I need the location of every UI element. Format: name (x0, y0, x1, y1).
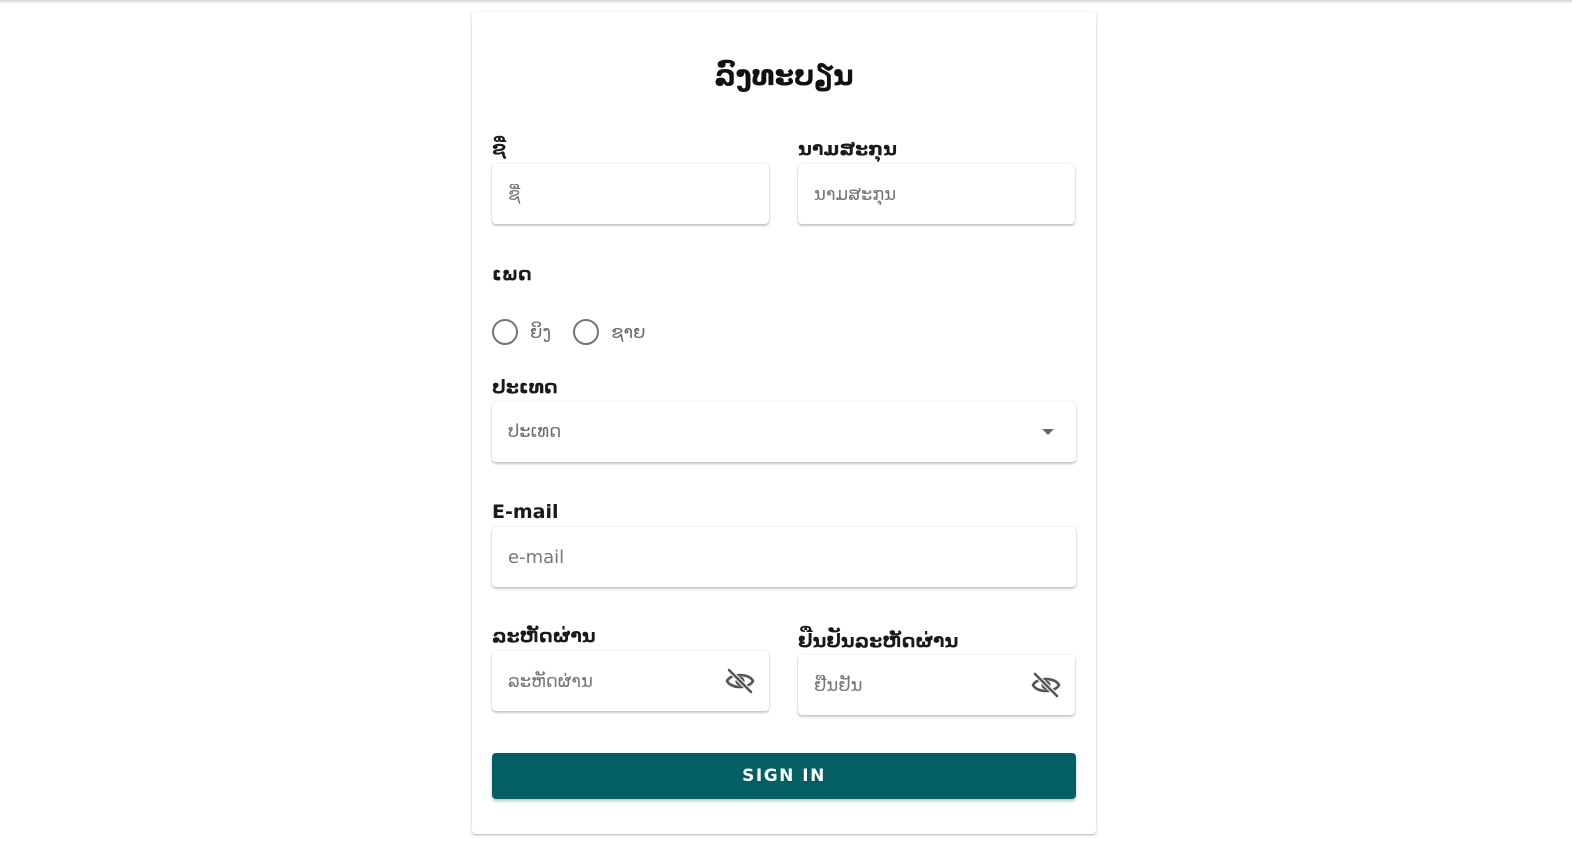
radio-button-male[interactable] (573, 319, 600, 345)
confirm-password-label: ຢືນຢັນລະຫັດຜ່ານ (798, 630, 959, 652)
eye-off-icon[interactable] (1031, 671, 1061, 699)
gender-option-male-label: ຊາຍ (611, 321, 646, 343)
email-input[interactable] (492, 527, 1076, 587)
gender-radio-group: ຍິງ ຊາຍ (492, 316, 667, 348)
eye-off-icon[interactable] (725, 667, 755, 695)
gender-option-female[interactable]: ຍິງ (492, 319, 551, 345)
country-select-placeholder: ປະເທດ (508, 421, 562, 442)
gender-option-female-label: ຍິງ (530, 321, 552, 343)
first-name-label: ຊື່ (492, 137, 507, 159)
sign-in-button[interactable]: SIGN IN (492, 753, 1076, 799)
country-label: ປະເທດ (492, 376, 558, 398)
first-name-input[interactable] (492, 164, 769, 224)
last-name-label: ນາມສະກຸນ (798, 138, 898, 160)
registration-card: ລົງທະບຽນ ຊື່ ນາມສະກຸນ ເພດ ຍິງ ຊາຍ ປະເທດ … (472, 12, 1096, 834)
email-label: E-mail (492, 501, 559, 523)
page-title: ລົງທະບຽນ (714, 59, 854, 92)
password-label: ລະຫັດຜ່ານ (492, 625, 596, 647)
top-shadow-bar (0, 0, 1572, 3)
gender-option-male[interactable]: ຊາຍ (573, 319, 645, 345)
password-field (492, 651, 769, 711)
confirm-password-field (798, 655, 1075, 715)
radio-button-female[interactable] (492, 319, 518, 345)
email-field (492, 527, 1076, 587)
dropdown-arrow-icon (1042, 429, 1054, 435)
country-select[interactable]: ປະເທດ (492, 402, 1076, 462)
first-name-field (492, 164, 769, 224)
gender-label: ເພດ (492, 263, 532, 285)
last-name-input[interactable] (798, 164, 1075, 224)
last-name-field (798, 164, 1075, 224)
